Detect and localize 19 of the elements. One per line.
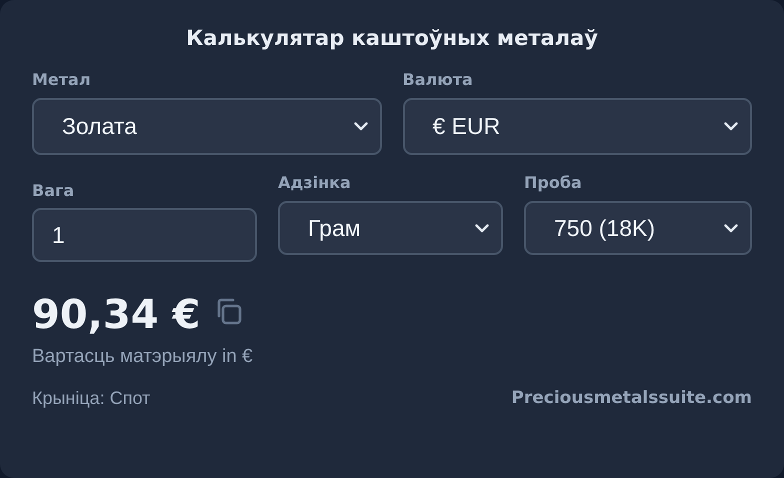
- dropdown-select[interactable]: € EUR: [402, 98, 752, 155]
- source-text: Крыніца: Спот: [32, 388, 150, 409]
- field-label: Метал: [32, 70, 92, 89]
- chevron-down-icon: [724, 224, 738, 232]
- chevron-down-icon: [724, 122, 738, 131]
- dropdown-select[interactable]: Грам: [278, 201, 503, 255]
- field-label: Проба: [524, 173, 583, 192]
- field-label: Вага: [32, 181, 76, 200]
- field-label: Валюта: [402, 70, 474, 89]
- result-caption: Вартасць матэрыялу in €: [32, 346, 254, 368]
- website-link[interactable]: Preciousmetalssuite.com: [511, 388, 752, 409]
- dropdown-select[interactable]: 750 (18K): [524, 201, 752, 255]
- chevron-down-icon: [354, 122, 368, 131]
- dropdown-select[interactable]: Золата: [32, 98, 382, 155]
- calculator-title: Калькулятар каштоўных металаў: [185, 26, 599, 52]
- weight-input[interactable]: 1: [32, 208, 257, 262]
- result-amount: 90,34 €: [32, 292, 200, 338]
- field-label: Адзінка: [278, 173, 352, 192]
- chevron-down-icon: [475, 224, 489, 232]
